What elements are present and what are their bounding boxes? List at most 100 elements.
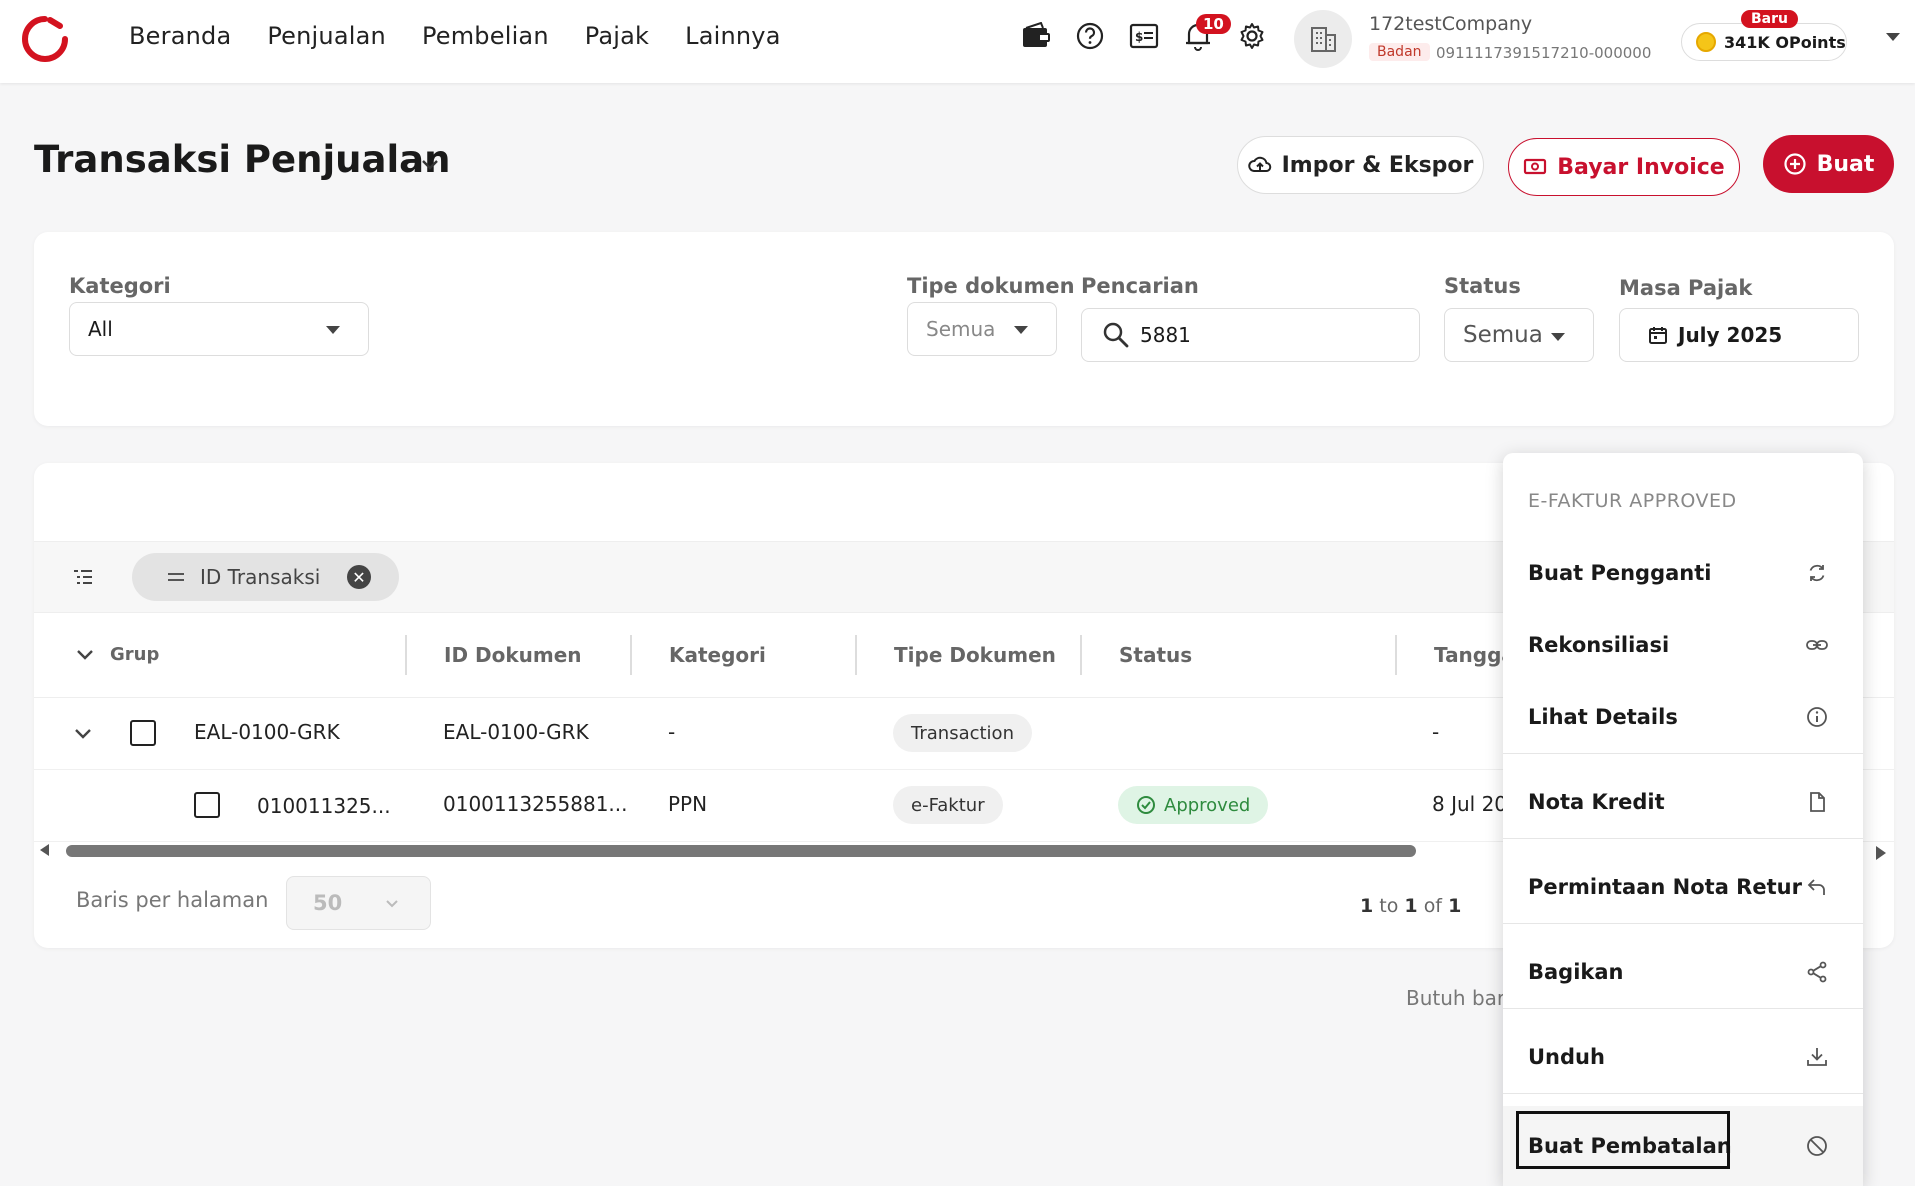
nav-pajak[interactable]: Pajak bbox=[585, 22, 649, 50]
pagination-to-word: to bbox=[1379, 895, 1399, 917]
page-title: Transaksi Penjualan bbox=[34, 138, 451, 181]
tipe-dokumen-select[interactable]: Semua bbox=[907, 302, 1057, 356]
opoints-button[interactable]: 341K OPoints bbox=[1681, 23, 1847, 61]
menu-divider bbox=[1503, 1008, 1863, 1009]
cell-kategori: PPN bbox=[668, 792, 708, 816]
masa-pajak-label: Masa Pajak bbox=[1619, 276, 1753, 300]
wallet-icon[interactable] bbox=[1020, 20, 1052, 52]
col-divider[interactable] bbox=[1080, 635, 1082, 675]
menu-item-permintaan-nota-retur[interactable]: Permintaan Nota Retur bbox=[1503, 851, 1863, 923]
nav-beranda[interactable]: Beranda bbox=[129, 22, 231, 50]
menu-item-unduh[interactable]: Unduh bbox=[1503, 1021, 1863, 1093]
row-checkbox[interactable] bbox=[194, 792, 220, 818]
calendar-icon bbox=[1649, 327, 1667, 344]
col-divider[interactable] bbox=[1395, 635, 1397, 675]
title-chevron-down-icon[interactable] bbox=[420, 158, 440, 172]
menu-divider bbox=[1503, 838, 1863, 839]
help-text[interactable]: Butuh bar bbox=[1406, 986, 1505, 1010]
header-icons: $ 10 bbox=[1020, 14, 1268, 52]
menu-item-bagikan[interactable]: Bagikan bbox=[1503, 936, 1863, 1008]
main-nav: Beranda Penjualan Pembelian Pajak Lainny… bbox=[129, 22, 781, 50]
company-building-icon[interactable] bbox=[1294, 10, 1352, 68]
pencarian-label: Pencarian bbox=[1081, 274, 1199, 298]
scroll-right-arrow-icon[interactable] bbox=[1876, 846, 1886, 860]
brand-logo-icon[interactable] bbox=[20, 14, 70, 64]
col-tipe-dokumen[interactable]: Tipe Dokumen bbox=[894, 643, 1056, 667]
menu-divider bbox=[1503, 1093, 1863, 1094]
group-by-chip[interactable]: ID Transaksi ✕ bbox=[132, 553, 399, 601]
menu-item-buat-pembatalan[interactable]: Buat Pembatalan bbox=[1503, 1106, 1863, 1186]
group-list-icon[interactable] bbox=[72, 568, 94, 586]
refresh-icon bbox=[1809, 564, 1825, 582]
search-icon bbox=[1103, 322, 1129, 348]
help-icon[interactable] bbox=[1074, 20, 1106, 52]
row-chevron-down-icon[interactable] bbox=[74, 728, 92, 740]
plus-circle-icon bbox=[1783, 153, 1806, 175]
top-navigation-bar: Beranda Penjualan Pembelian Pajak Lainny… bbox=[0, 0, 1915, 83]
col-divider[interactable] bbox=[405, 635, 407, 675]
rows-chevron-down-icon bbox=[386, 900, 398, 908]
menu-item-label: Lihat Details bbox=[1528, 705, 1678, 729]
nav-lainnya[interactable]: Lainnya bbox=[685, 22, 780, 50]
tipe-dokumen-value: Semua bbox=[926, 317, 996, 341]
link-icon bbox=[1806, 640, 1828, 650]
coin-icon bbox=[1696, 32, 1716, 52]
menu-header: E-FAKTUR APPROVED bbox=[1528, 490, 1737, 512]
undo-icon bbox=[1807, 879, 1825, 895]
file-icon bbox=[1810, 792, 1825, 812]
cell-grup: EAL-0100-GRK bbox=[194, 720, 340, 744]
bayar-invoice-label: Bayar Invoice bbox=[1557, 154, 1725, 180]
col-kategori[interactable]: Kategori bbox=[669, 643, 766, 667]
row-actions-menu: E-FAKTUR APPROVED Buat Pengganti Rekonsi… bbox=[1503, 453, 1863, 1186]
bayar-invoice-button[interactable]: Bayar Invoice bbox=[1508, 138, 1740, 196]
status-select[interactable]: Semua bbox=[1444, 308, 1594, 362]
nav-penjualan[interactable]: Penjualan bbox=[267, 22, 386, 50]
group-by-chip-label: ID Transaksi bbox=[200, 565, 321, 589]
company-type-badge: Badan bbox=[1369, 43, 1430, 61]
gear-icon[interactable] bbox=[1236, 20, 1268, 52]
col-id-dokumen[interactable]: ID Dokumen bbox=[444, 643, 582, 667]
menu-item-lihat-details[interactable]: Lihat Details bbox=[1503, 681, 1863, 753]
rows-per-page-select[interactable]: 50 bbox=[286, 876, 431, 930]
row-checkbox[interactable] bbox=[130, 720, 156, 746]
collapse-chevron-icon[interactable] bbox=[76, 649, 94, 661]
remove-chip-close-icon[interactable]: ✕ bbox=[347, 565, 371, 589]
status-value: Semua bbox=[1463, 322, 1543, 348]
scroll-left-arrow-icon[interactable] bbox=[40, 844, 50, 856]
pencarian-input[interactable]: 5881 bbox=[1081, 308, 1420, 362]
masa-pajak-picker[interactable]: July 2025 bbox=[1619, 308, 1859, 362]
company-name[interactable]: 172testCompany bbox=[1369, 13, 1532, 35]
download-icon bbox=[1807, 1048, 1827, 1066]
menu-item-label: Bagikan bbox=[1528, 960, 1624, 984]
status-approved-badge: Approved bbox=[1118, 786, 1269, 824]
cell-kategori: - bbox=[668, 720, 676, 744]
pagination-to: 1 bbox=[1404, 895, 1418, 917]
col-divider[interactable] bbox=[855, 635, 857, 675]
col-status[interactable]: Status bbox=[1119, 643, 1192, 667]
col-divider[interactable] bbox=[630, 635, 632, 675]
ban-icon bbox=[1807, 1136, 1827, 1156]
info-icon bbox=[1807, 707, 1827, 727]
account-chevron-down-icon[interactable] bbox=[1886, 33, 1900, 41]
kategori-value: All bbox=[88, 317, 113, 341]
money-icon bbox=[1524, 158, 1547, 175]
menu-item-rekonsiliasi[interactable]: Rekonsiliasi bbox=[1503, 609, 1863, 681]
rows-per-page-label: Baris per halaman bbox=[76, 888, 269, 912]
menu-item-label: Unduh bbox=[1528, 1045, 1605, 1069]
buat-button[interactable]: Buat bbox=[1763, 135, 1894, 193]
cell-tanggal: 8 Jul 20 bbox=[1432, 792, 1508, 816]
invoice-icon[interactable]: $ bbox=[1128, 20, 1160, 52]
status-approved-label: Approved bbox=[1164, 794, 1251, 816]
cloud-upload-icon bbox=[1247, 156, 1271, 172]
nav-pembelian[interactable]: Pembelian bbox=[422, 22, 549, 50]
cell-id-dokumen[interactable]: 0100113255881... bbox=[443, 792, 628, 816]
scrollbar-thumb[interactable] bbox=[66, 845, 1416, 857]
col-grup[interactable]: Grup bbox=[110, 644, 159, 665]
menu-item-buat-pengganti[interactable]: Buat Pengganti bbox=[1503, 537, 1863, 609]
kategori-select[interactable]: All bbox=[69, 302, 369, 356]
impor-ekspor-button[interactable]: Impor & Ekspor bbox=[1237, 136, 1484, 194]
pagination-from: 1 bbox=[1360, 895, 1374, 917]
menu-item-nota-kredit[interactable]: Nota Kredit bbox=[1503, 766, 1863, 838]
notification-bell-icon[interactable]: 10 bbox=[1182, 14, 1231, 52]
status-label: Status bbox=[1444, 274, 1521, 298]
